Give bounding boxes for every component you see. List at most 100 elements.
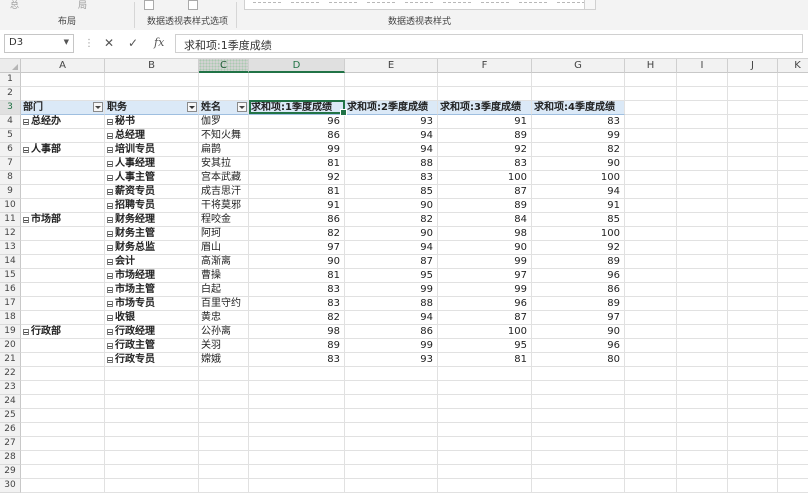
pivot-cell-dept[interactable] xyxy=(21,269,105,283)
cell[interactable] xyxy=(778,437,808,451)
cell[interactable] xyxy=(728,367,778,381)
cell[interactable] xyxy=(778,297,808,311)
pivot-header-name[interactable]: 姓名 xyxy=(199,101,249,115)
collapse-icon[interactable] xyxy=(107,245,113,251)
cell[interactable] xyxy=(532,479,625,493)
cell[interactable] xyxy=(625,297,677,311)
filter-dropdown-icon[interactable] xyxy=(237,102,247,112)
pivot-cell-q4[interactable]: 86 xyxy=(532,283,625,297)
collapse-icon[interactable] xyxy=(107,133,113,139)
filter-dropdown-icon[interactable] xyxy=(187,102,197,112)
cell[interactable] xyxy=(625,227,677,241)
pivot-cell-job[interactable]: 市场主管 xyxy=(105,283,199,297)
pivot-cell-name[interactable]: 黄忠 xyxy=(199,311,249,325)
pivot-cell-q3[interactable]: 96 xyxy=(438,297,532,311)
pivot-cell-q1[interactable]: 98 xyxy=(249,325,345,339)
cell[interactable] xyxy=(345,423,438,437)
pivot-cell-job[interactable]: 会计 xyxy=(105,255,199,269)
cell[interactable] xyxy=(438,381,532,395)
pivot-cell-dept[interactable] xyxy=(21,129,105,143)
cell[interactable] xyxy=(625,409,677,423)
pivot-cell-q3[interactable]: 81 xyxy=(438,353,532,367)
cell[interactable] xyxy=(199,479,249,493)
pivot-header-q4[interactable]: 求和项:4季度成绩 xyxy=(532,101,625,115)
column-header-f[interactable]: F xyxy=(438,59,532,73)
row-header-19[interactable]: 19 xyxy=(0,325,21,339)
pivot-cell-q4[interactable]: 82 xyxy=(532,143,625,157)
cell[interactable] xyxy=(728,255,778,269)
pivot-header-job[interactable]: 职务 xyxy=(105,101,199,115)
pivot-cell-q2[interactable]: 82 xyxy=(345,213,438,227)
pivot-cell-name[interactable]: 百里守约 xyxy=(199,297,249,311)
cell[interactable] xyxy=(625,437,677,451)
pivot-cell-q1[interactable]: 86 xyxy=(249,129,345,143)
ribbon-checkbox-2[interactable] xyxy=(188,0,198,10)
pivot-cell-dept[interactable] xyxy=(21,199,105,213)
cell[interactable] xyxy=(625,367,677,381)
pivot-cell-q1[interactable]: 81 xyxy=(249,269,345,283)
cell[interactable] xyxy=(21,409,105,423)
pivot-header-dept[interactable]: 部门 xyxy=(21,101,105,115)
cell[interactable] xyxy=(438,395,532,409)
cancel-icon[interactable]: ✕ xyxy=(104,36,114,50)
pivot-cell-q4[interactable]: 89 xyxy=(532,255,625,269)
pivot-cell-q2[interactable]: 85 xyxy=(345,185,438,199)
pivot-cell-name[interactable]: 嫦娥 xyxy=(199,353,249,367)
cell[interactable] xyxy=(625,73,677,87)
pivot-cell-q4[interactable]: 80 xyxy=(532,353,625,367)
pivot-cell-q4[interactable]: 92 xyxy=(532,241,625,255)
cell[interactable] xyxy=(778,115,808,129)
cell[interactable] xyxy=(625,479,677,493)
collapse-icon[interactable] xyxy=(107,301,113,307)
cell[interactable] xyxy=(199,381,249,395)
pivot-cell-dept[interactable] xyxy=(21,353,105,367)
pivot-cell-q2[interactable]: 93 xyxy=(345,115,438,129)
row-header-30[interactable]: 30 xyxy=(0,479,21,493)
cell[interactable] xyxy=(778,465,808,479)
row-header-5[interactable]: 5 xyxy=(0,129,21,143)
pivot-cell-q2[interactable]: 94 xyxy=(345,241,438,255)
cell[interactable] xyxy=(438,73,532,87)
row-header-12[interactable]: 12 xyxy=(0,227,21,241)
pivot-cell-q4[interactable]: 90 xyxy=(532,325,625,339)
row-header-24[interactable]: 24 xyxy=(0,395,21,409)
pivot-cell-job[interactable]: 薪资专员 xyxy=(105,185,199,199)
pivot-cell-q3[interactable]: 87 xyxy=(438,185,532,199)
cell[interactable] xyxy=(105,451,199,465)
cell[interactable] xyxy=(677,479,728,493)
collapse-icon[interactable] xyxy=(107,231,113,237)
cell[interactable] xyxy=(728,437,778,451)
column-header-a[interactable]: A xyxy=(21,59,105,73)
pivot-cell-q2[interactable]: 83 xyxy=(345,171,438,185)
collapse-icon[interactable] xyxy=(107,189,113,195)
cell[interactable] xyxy=(625,115,677,129)
cell[interactable] xyxy=(21,381,105,395)
row-header-9[interactable]: 9 xyxy=(0,185,21,199)
row-header-4[interactable]: 4 xyxy=(0,115,21,129)
pivot-cell-name[interactable]: 伽罗 xyxy=(199,115,249,129)
row-header-17[interactable]: 17 xyxy=(0,297,21,311)
cell[interactable] xyxy=(438,479,532,493)
cell[interactable] xyxy=(728,171,778,185)
cell[interactable] xyxy=(677,227,728,241)
pivot-cell-job[interactable]: 人事主管 xyxy=(105,171,199,185)
cell[interactable] xyxy=(249,437,345,451)
cell[interactable] xyxy=(249,451,345,465)
pivot-cell-name[interactable]: 阿珂 xyxy=(199,227,249,241)
pivot-cell-name[interactable]: 成吉思汗 xyxy=(199,185,249,199)
style-gallery-more-button[interactable] xyxy=(584,0,596,10)
cell[interactable] xyxy=(728,87,778,101)
cell[interactable] xyxy=(532,73,625,87)
row-header-3[interactable]: 3 xyxy=(0,101,21,115)
cell[interactable] xyxy=(625,283,677,297)
row-header-26[interactable]: 26 xyxy=(0,423,21,437)
cell[interactable] xyxy=(532,409,625,423)
cell[interactable] xyxy=(728,409,778,423)
cell[interactable] xyxy=(625,87,677,101)
cell[interactable] xyxy=(728,451,778,465)
cell[interactable] xyxy=(625,171,677,185)
cell[interactable] xyxy=(625,143,677,157)
pivot-cell-q1[interactable]: 83 xyxy=(249,283,345,297)
cell[interactable] xyxy=(677,395,728,409)
pivot-cell-q1[interactable]: 81 xyxy=(249,185,345,199)
